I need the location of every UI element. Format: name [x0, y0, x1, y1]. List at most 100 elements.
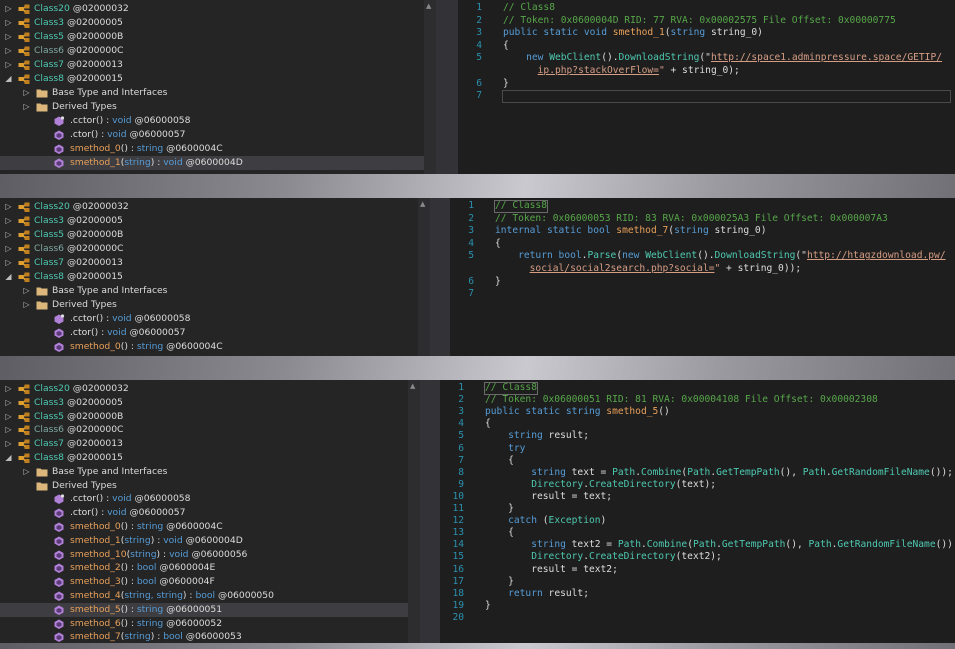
code-line[interactable]: 6 try	[440, 443, 955, 455]
tree-node-class[interactable]: ▷ Class5 @0200000B	[0, 410, 408, 424]
tree-node-method[interactable]: smethod_6() : string @06000052	[0, 617, 408, 631]
tree-scrollbar[interactable]: ▲	[408, 380, 420, 643]
tree-node-folder[interactable]: ▷ Derived Types	[0, 100, 424, 114]
code-view[interactable]: 1// Class8 2// Token: 0x06000053 RID: 83 …	[450, 198, 955, 356]
tree-node-class[interactable]: ▷ Class6 @0200000C	[0, 44, 424, 58]
tree-node-folder[interactable]: ▷ Base Type and Interfaces	[0, 86, 424, 100]
expand-toggle-icon[interactable]: ▷	[4, 200, 13, 214]
tree-node-folder[interactable]: ▷ Base Type and Interfaces	[0, 284, 418, 298]
expand-toggle-icon[interactable]: ▷	[22, 284, 31, 298]
tree-node-method[interactable]: smethod_7(string) : bool @06000053	[0, 630, 408, 643]
tree-node-class[interactable]: ▷ Class6 @0200000C	[0, 423, 408, 437]
code-line[interactable]: 6}	[458, 78, 955, 90]
tree-node-class[interactable]: ▷ Class5 @0200000B	[0, 30, 424, 44]
tree-node-class[interactable]: ▷ Class3 @02000005	[0, 16, 424, 30]
code-line[interactable]: 13 {	[440, 527, 955, 539]
tree-node-method[interactable]: .cctor() : void @06000058	[0, 114, 424, 128]
code-view[interactable]: 1// Class8 2// Token: 0x06000051 RID: 81 …	[440, 380, 955, 643]
expand-toggle-icon[interactable]: ▷	[4, 30, 13, 44]
tree-node-method[interactable]: smethod_4(string, string) : bool @060000…	[0, 589, 408, 603]
code-line[interactable]: 11 }	[440, 503, 955, 515]
expand-toggle-icon[interactable]: ◢	[4, 451, 13, 465]
tree-node-method[interactable]: .cctor() : void @06000058	[0, 492, 408, 506]
expand-toggle-icon[interactable]: ▷	[4, 396, 13, 410]
expand-toggle-icon[interactable]: ◢	[4, 270, 13, 284]
tree-node-class[interactable]: ▷ Class7 @02000013	[0, 256, 418, 270]
code-line[interactable]: 9 Directory.CreateDirectory(text);	[440, 479, 955, 491]
tree-node-class[interactable]: ▷ Class5 @0200000B	[0, 228, 418, 242]
tree-node-folder[interactable]: ▷ Derived Types	[0, 298, 418, 312]
scroll-up-arrow-icon[interactable]: ▲	[426, 2, 431, 10]
code-line[interactable]: 18 return result;	[440, 588, 955, 600]
tree-scrollbar[interactable]: ▲	[418, 198, 430, 356]
code-line[interactable]: 5 return bool.Parse(new WebClient().Down…	[450, 250, 955, 262]
tree-node-class[interactable]: ▷ Class3 @02000005	[0, 396, 408, 410]
code-line[interactable]: 4{	[458, 40, 955, 52]
tree-node-method[interactable]: smethod_10(string) : void @06000056	[0, 548, 408, 562]
code-line[interactable]: 10 result = text;	[440, 491, 955, 503]
code-line[interactable]: 20	[440, 612, 955, 624]
pane-splitter[interactable]	[420, 380, 440, 643]
code-line[interactable]: 17 }	[440, 576, 955, 588]
tree-node-class[interactable]: ◢ Class8 @02000015	[0, 270, 418, 284]
tree-node-method[interactable]: .ctor() : void @06000057	[0, 326, 418, 340]
expand-toggle-icon[interactable]: ▷	[22, 465, 31, 479]
tree-node-class[interactable]: ▷ Class20 @02000032	[0, 2, 424, 16]
tree-node-class[interactable]: ▷ Class20 @02000032	[0, 200, 418, 214]
tree-node-class[interactable]: ▷ Class6 @0200000C	[0, 242, 418, 256]
pane-splitter[interactable]	[430, 198, 450, 356]
tree-node-method[interactable]: smethod_0() : string @0600004C	[0, 340, 418, 354]
expand-toggle-icon[interactable]: ▷	[4, 58, 13, 72]
code-line[interactable]: 14 string text2 = Path.Combine(Path.GetT…	[440, 539, 955, 551]
expand-toggle-icon[interactable]: ▷	[22, 298, 31, 312]
tree-node-folder[interactable]: Derived Types	[0, 479, 408, 493]
scroll-up-arrow-icon[interactable]: ▲	[410, 382, 415, 390]
code-line[interactable]: 16 result = text2;	[440, 564, 955, 576]
expand-toggle-icon[interactable]: ▷	[4, 2, 13, 16]
code-line[interactable]: social/social2search.php?social=" + stri…	[450, 263, 955, 275]
expand-toggle-icon[interactable]: ▷	[4, 214, 13, 228]
code-line[interactable]: 8 string text = Path.Combine(Path.GetTem…	[440, 467, 955, 479]
code-line[interactable]: 19}	[440, 600, 955, 612]
code-line[interactable]: 5 string result;	[440, 430, 955, 442]
code-line[interactable]: 2 // Token: 0x0600004D RID: 77 RVA: 0x000…	[458, 15, 955, 27]
expand-toggle-icon[interactable]: ▷	[4, 382, 13, 396]
code-line[interactable]: 5 new WebClient().DownloadString("http:/…	[458, 52, 955, 64]
tree-node-class[interactable]: ◢ Class8 @02000015	[0, 72, 424, 86]
tree-node-class[interactable]: ▷ Class7 @02000013	[0, 437, 408, 451]
code-line[interactable]: 4{	[440, 418, 955, 430]
tree-node-class[interactable]: ▷ Class7 @02000013	[0, 58, 424, 72]
tree-node-method[interactable]: .ctor() : void @06000057	[0, 128, 424, 142]
tree-node-method[interactable]: .ctor() : void @06000057	[0, 506, 408, 520]
code-line[interactable]: ip.php?stackOverFlow=" + string_0);	[458, 65, 955, 77]
expand-toggle-icon[interactable]: ▷	[4, 256, 13, 270]
expand-toggle-icon[interactable]: ▷	[4, 410, 13, 424]
code-line[interactable]: 3 internal static bool smethod_7(string s…	[450, 225, 955, 237]
scroll-up-arrow-icon[interactable]: ▲	[420, 200, 425, 208]
code-line[interactable]: 2 // Token: 0x06000053 RID: 83 RVA: 0x000…	[450, 213, 955, 225]
expand-toggle-icon[interactable]: ▷	[22, 100, 31, 114]
tree-node-method[interactable]: smethod_3() : bool @0600004F	[0, 575, 408, 589]
tree-node-class[interactable]: ▷ Class20 @02000032	[0, 382, 408, 396]
code-line[interactable]: 6}	[450, 276, 955, 288]
pane-splitter[interactable]	[436, 0, 458, 174]
code-line[interactable]: 2 // Token: 0x06000051 RID: 81 RVA: 0x000…	[440, 394, 955, 406]
expand-toggle-icon[interactable]: ▷	[22, 86, 31, 100]
code-line[interactable]: 1 // Class8	[458, 2, 955, 14]
expand-toggle-icon[interactable]: ▷	[4, 423, 13, 437]
code-line[interactable]: 7	[450, 288, 955, 300]
expand-toggle-icon[interactable]: ▷	[4, 242, 13, 256]
expand-toggle-icon[interactable]: ◢	[4, 72, 13, 86]
tree-node-method[interactable]: .cctor() : void @06000058	[0, 312, 418, 326]
tree-node-folder[interactable]: ▷ Base Type and Interfaces	[0, 465, 408, 479]
tree-scrollbar[interactable]: ▲	[424, 0, 436, 174]
expand-toggle-icon[interactable]: ▷	[4, 16, 13, 30]
code-line[interactable]: 15 Directory.CreateDirectory(text2);	[440, 551, 955, 563]
tree-node-method[interactable]: smethod_0() : string @0600004C	[0, 142, 424, 156]
code-line[interactable]: 4{	[450, 238, 955, 250]
tree-node-class[interactable]: ▷ Class3 @02000005	[0, 214, 418, 228]
expand-toggle-icon[interactable]: ▷	[4, 228, 13, 242]
expand-toggle-icon[interactable]: ▷	[4, 44, 13, 58]
tree-node-method[interactable]: smethod_2() : bool @0600004E	[0, 561, 408, 575]
code-line[interactable]: 3 public static void smethod_1(string str…	[458, 27, 955, 39]
